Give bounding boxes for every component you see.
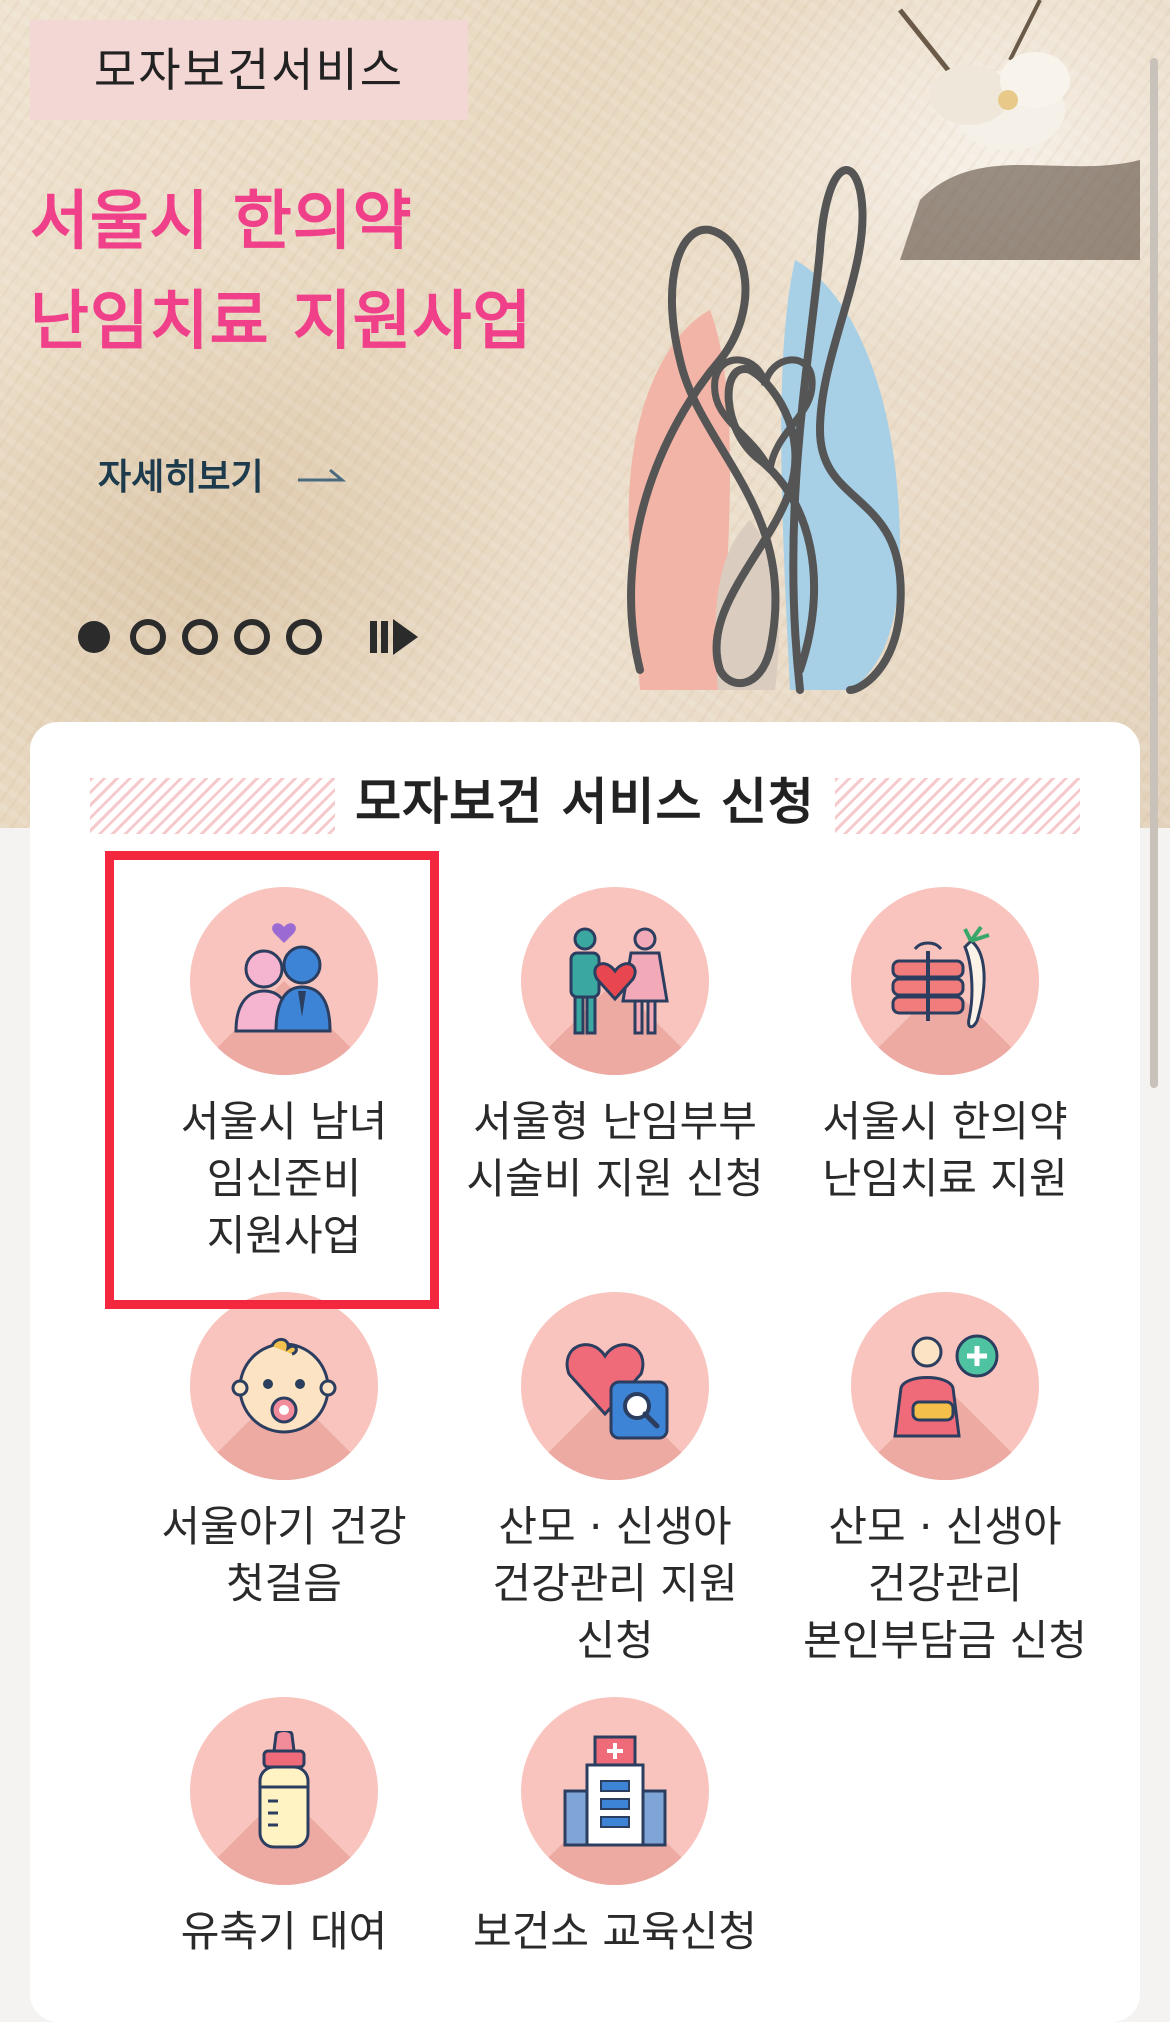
service-infertility-procedure[interactable]: 서울형 난임부부 시술비 지원 신청 bbox=[450, 887, 780, 1207]
hero-banner[interactable]: 모자보건서비스 서울시 한의약 난임치료 지원사업 자세히보기 bbox=[0, 0, 1170, 828]
family-illustration bbox=[627, 166, 905, 694]
service-label: 보건소 교육신청 bbox=[473, 1907, 757, 1956]
service-icon-circle bbox=[190, 1697, 378, 1885]
service-breast-pump-rental[interactable]: 유축기 대여 bbox=[119, 1697, 449, 1960]
carousel-dot-2[interactable] bbox=[130, 619, 166, 655]
heart-search-icon bbox=[565, 1343, 669, 1440]
service-label: 서울아기 건강 첫걸음 bbox=[161, 1502, 407, 1608]
couple-heart-sign-icon bbox=[569, 927, 669, 1035]
arrow-right-icon bbox=[297, 468, 346, 482]
section-header: 모자보건 서비스 신청 bbox=[90, 770, 1080, 834]
service-icon-circle bbox=[521, 1697, 709, 1885]
carousel-dot-3[interactable] bbox=[182, 619, 218, 655]
service-label: 산모 · 신생아 건강관리 지원 신청 bbox=[492, 1502, 738, 1665]
section-title: 모자보건 서비스 신청 bbox=[355, 773, 815, 831]
carousel-dot-5[interactable] bbox=[286, 619, 322, 655]
service-herbal-infertility[interactable]: 서울시 한의약 난임치료 지원 bbox=[780, 887, 1110, 1207]
scrollbar[interactable] bbox=[1150, 58, 1158, 1088]
service-label: 서울형 난임부부 시술비 지원 신청 bbox=[466, 1097, 764, 1203]
carousel-dot-1[interactable] bbox=[78, 621, 110, 653]
baby-face-icon bbox=[231, 1338, 337, 1434]
hero-title[interactable]: 서울시 한의약 난임치료 지원사업 bbox=[30, 172, 532, 372]
play-pause-icon[interactable] bbox=[368, 615, 420, 659]
service-copayment-request[interactable]: 산모 · 신생아 건강관리 본인부담금 신청 bbox=[780, 1292, 1110, 1669]
couple-heart-icon bbox=[234, 923, 332, 1033]
hero-category-label: 모자보건서비스 bbox=[30, 20, 468, 120]
carousel-indicators bbox=[78, 615, 420, 659]
service-icon-circle bbox=[190, 1292, 378, 1480]
service-label: 서울시 한의약 난임치료 지원 bbox=[822, 1097, 1068, 1203]
herbal-medicine-icon bbox=[891, 925, 990, 1029]
caregiver-plus-icon bbox=[893, 1334, 999, 1438]
service-health-center-education[interactable]: 보건소 교육신청 bbox=[450, 1697, 780, 1960]
hero-more-label: 자세히보기 bbox=[98, 457, 264, 498]
highlight-box bbox=[105, 851, 439, 1309]
carousel-dot-4[interactable] bbox=[234, 619, 270, 655]
baby-bottle-icon bbox=[258, 1731, 310, 1849]
service-baby-first-step[interactable]: 서울아기 건강 첫걸음 bbox=[119, 1292, 449, 1612]
service-icon-circle bbox=[521, 1292, 709, 1480]
hero-title-line1: 서울시 한의약 bbox=[30, 185, 413, 259]
service-maternal-newborn-care[interactable]: 산모 · 신생아 건강관리 지원 신청 bbox=[450, 1292, 780, 1669]
service-icon-circle bbox=[521, 887, 709, 1075]
service-label: 산모 · 신생아 건강관리 본인부담금 신청 bbox=[803, 1502, 1087, 1665]
service-label: 유축기 대여 bbox=[180, 1907, 388, 1956]
health-center-icon bbox=[563, 1735, 667, 1847]
service-icon-circle bbox=[851, 887, 1039, 1075]
hero-more-link[interactable]: 자세히보기 bbox=[98, 448, 346, 500]
hero-title-line2: 난임치료 지원사업 bbox=[30, 285, 533, 359]
service-icon-circle bbox=[851, 1292, 1039, 1480]
